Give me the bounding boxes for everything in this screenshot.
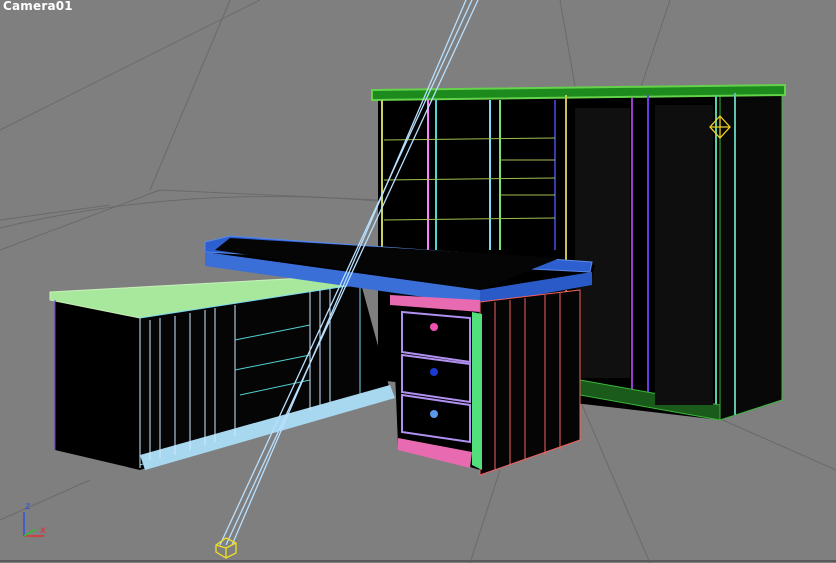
axis-tripod-icon: z x [23,501,46,537]
return-desk-model[interactable] [49,274,395,470]
scene-canvas[interactable] [0,0,836,563]
drawer-knob-bottom [430,410,438,418]
drawer-knob-top [430,323,438,331]
viewport-label[interactable]: Camera01 [3,0,73,13]
camera-icon[interactable] [215,537,237,559]
drawer-knob-middle [430,368,438,376]
axis-x-label: x [40,525,46,536]
camera-viewport[interactable]: Camera01 z x [0,0,836,563]
axis-z-label: z [25,501,30,512]
drawer-unit-model[interactable] [390,289,581,476]
